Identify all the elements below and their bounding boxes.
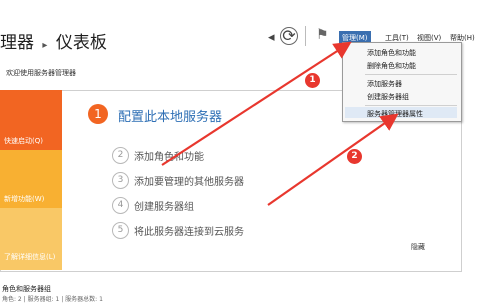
arrow-1 [161,41,352,166]
annotation-badge-1: 1 [305,73,320,88]
annotation-badge-2: 2 [347,149,362,164]
arrow-2 [267,113,399,206]
annotation-arrows [161,41,399,206]
